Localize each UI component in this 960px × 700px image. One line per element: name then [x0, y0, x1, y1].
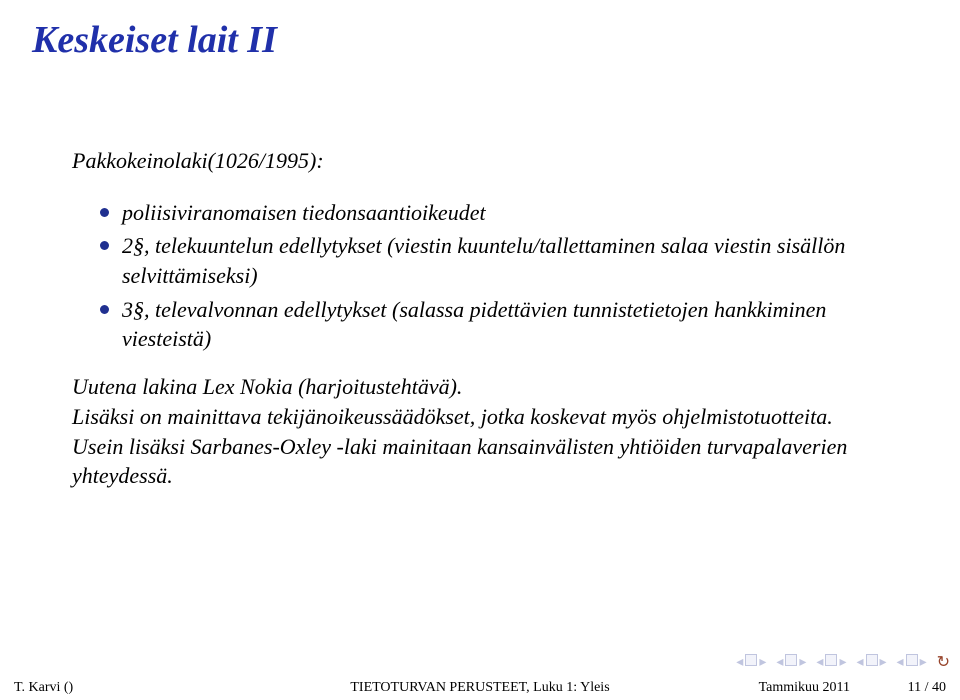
footer-author: T. Karvi () [14, 680, 73, 696]
nav-back-forward-group: ◂ ▸ [897, 654, 927, 671]
back-icon[interactable]: ◂ [897, 654, 904, 671]
nav-subsection-group: ◂ ▸ [856, 654, 886, 671]
footer-date: Tammikuu 2011 [759, 680, 850, 696]
bullet-text: 3§, televalvonnan edellytykset (salassa … [122, 297, 826, 352]
nav-toolbar: ◂ ▸ ◂ ▸ ◂ ▸ ◂ ▸ ◂ ▸ ↻ [736, 652, 950, 672]
sub-box-icon[interactable] [866, 654, 878, 666]
slide-box-icon[interactable] [745, 654, 757, 666]
subtitle: Pakkokeinolaki(1026/1995): [72, 146, 888, 176]
bullet-text: poliisiviranomaisen tiedonsaantioikeudet [122, 200, 486, 225]
footer: T. Karvi () TIETOTURVAN PERUSTEET, Luku … [0, 674, 960, 700]
prev-frame-icon[interactable]: ◂ [776, 654, 783, 671]
next-sub-icon[interactable]: ▸ [880, 654, 887, 671]
next-section-icon[interactable]: ▸ [839, 654, 846, 671]
slide-title: Keskeiset lait II [32, 18, 960, 62]
list-item: 2§, telekuuntelun edellytykset (viestin … [100, 231, 888, 290]
prev-sub-icon[interactable]: ◂ [856, 654, 863, 671]
nav-frame-group: ◂ ▸ [776, 654, 806, 671]
frame-box-icon[interactable] [785, 654, 797, 666]
bf-box-icon[interactable] [906, 654, 918, 666]
forward-icon[interactable]: ▸ [920, 654, 927, 671]
next-slide-icon[interactable]: ▸ [759, 654, 766, 671]
bullet-list: poliisiviranomaisen tiedonsaantioikeudet… [100, 198, 888, 354]
nav-section-group: ◂ ▸ [816, 654, 846, 671]
list-item: poliisiviranomaisen tiedonsaantioikeudet [100, 198, 888, 228]
section-box-icon[interactable] [825, 654, 837, 666]
title-region: Keskeiset lait II [0, 0, 960, 66]
list-item: 3§, televalvonnan edellytykset (salassa … [100, 295, 888, 354]
body-paragraph: Uutena lakina Lex Nokia (harjoitustehtäv… [72, 372, 888, 491]
prev-slide-icon[interactable]: ◂ [736, 654, 743, 671]
bullet-text: 2§, telekuuntelun edellytykset (viestin … [122, 233, 845, 288]
loop-icon[interactable]: ↻ [937, 652, 950, 672]
nav-slide-group: ◂ ▸ [736, 654, 766, 671]
footer-page: 11 / 40 [908, 680, 946, 696]
prev-section-icon[interactable]: ◂ [816, 654, 823, 671]
slide-content: Pakkokeinolaki(1026/1995): poliisivirano… [0, 66, 960, 491]
footer-course: TIETOTURVAN PERUSTEET, Luku 1: Yleis [350, 680, 609, 696]
slide: Keskeiset lait II Pakkokeinolaki(1026/19… [0, 0, 960, 700]
next-frame-icon[interactable]: ▸ [799, 654, 806, 671]
